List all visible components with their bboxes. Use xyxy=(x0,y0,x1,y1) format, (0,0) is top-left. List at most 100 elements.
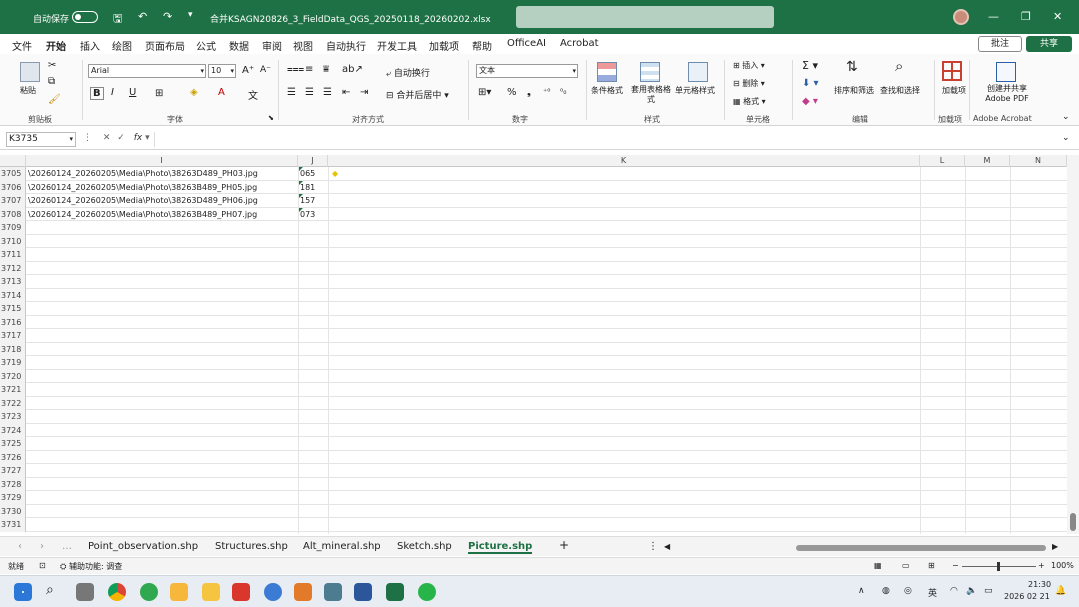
app-icon-green[interactable] xyxy=(140,583,158,601)
paste-icon[interactable] xyxy=(20,62,40,82)
border-icon[interactable]: ⊞ xyxy=(155,88,163,99)
cell-path[interactable] xyxy=(26,410,298,424)
row-header[interactable]: 3721 xyxy=(0,383,26,397)
cell-j[interactable] xyxy=(298,505,328,519)
sort-filter-icon[interactable]: ⇅ xyxy=(846,59,858,75)
row-header[interactable]: 3706 xyxy=(0,180,26,194)
row-header[interactable]: 3713 xyxy=(0,275,26,289)
cell-path[interactable] xyxy=(26,491,298,505)
font-size-select[interactable]: 10 ▾ xyxy=(208,64,236,78)
row-header[interactable]: 3729 xyxy=(0,491,26,505)
vertical-scrollbar[interactable] xyxy=(1067,155,1079,534)
cell-path[interactable] xyxy=(26,262,298,276)
format-painter-icon[interactable]: 🖌 xyxy=(48,94,61,105)
row-header[interactable]: 3715 xyxy=(0,302,26,316)
cell-j[interactable] xyxy=(298,235,328,249)
font-color-icon[interactable]: A xyxy=(218,87,225,98)
column-header-i[interactable]: I xyxy=(26,155,298,167)
find-select-icon[interactable]: ⌕ xyxy=(895,57,903,75)
merge-center-button[interactable]: ⊟ 合并后居中 ▾ xyxy=(386,88,449,101)
cell-j[interactable] xyxy=(298,289,328,303)
normal-view-icon[interactable]: ▦ xyxy=(874,561,882,570)
tab-help[interactable]: 帮助 xyxy=(472,38,492,53)
cell-j[interactable] xyxy=(298,343,328,357)
scroll-right-icon[interactable]: ▶ xyxy=(1052,542,1058,551)
select-all-corner[interactable] xyxy=(0,155,26,167)
notification-icon[interactable]: 🔔 xyxy=(1055,586,1066,596)
insert-function-icon[interactable]: fx xyxy=(134,133,143,143)
clear-icon[interactable]: ◆ ▾ xyxy=(802,96,818,107)
expand-formula-icon[interactable]: ⌄ xyxy=(1062,133,1070,143)
cell-j[interactable] xyxy=(298,518,328,532)
cell-path[interactable] xyxy=(26,329,298,343)
align-left-icon[interactable]: ☰ xyxy=(287,87,296,98)
cell-path[interactable] xyxy=(26,505,298,519)
sheet-tab-structures[interactable]: Structures.shp xyxy=(215,541,288,552)
sheet-tab-sketch[interactable]: Sketch.shp xyxy=(397,541,452,552)
cell-path[interactable] xyxy=(26,437,298,451)
zoom-slider-thumb[interactable] xyxy=(997,562,1000,571)
column-header-j[interactable]: J xyxy=(298,155,328,167)
collapse-ribbon-icon[interactable]: ⌄ xyxy=(1062,112,1070,122)
cell-j[interactable] xyxy=(298,370,328,384)
cell-path[interactable]: \20260124_20260205\Media\Photo\38263B489… xyxy=(26,208,298,222)
row-header[interactable]: 3707 xyxy=(0,194,26,208)
cell-path[interactable] xyxy=(26,221,298,235)
tab-developer[interactable]: 开发工具 xyxy=(377,38,417,53)
error-indicator-icon[interactable] xyxy=(299,207,303,212)
battery-icon[interactable]: ▭ xyxy=(984,586,993,596)
align-top-icon[interactable]: ⩶ xyxy=(287,64,304,75)
horizontal-scroll-thumb[interactable] xyxy=(796,545,1046,551)
tab-automate[interactable]: 自动执行 xyxy=(326,38,366,53)
row-header[interactable]: 3716 xyxy=(0,315,26,329)
bold-icon[interactable]: B xyxy=(90,87,104,100)
fill-icon[interactable]: ⬇ ▾ xyxy=(802,78,819,89)
increase-decimal-icon[interactable]: ⁺⁰ xyxy=(543,87,550,96)
row-header[interactable]: 3710 xyxy=(0,234,26,248)
font-dialog-icon[interactable]: ⬊ xyxy=(268,114,274,122)
excel-icon[interactable] xyxy=(386,583,404,601)
row-header[interactable]: 3720 xyxy=(0,369,26,383)
tab-data[interactable]: 数据 xyxy=(229,38,249,53)
cell-j[interactable] xyxy=(298,248,328,262)
error-indicator-icon[interactable] xyxy=(299,180,303,185)
increase-font-icon[interactable]: A⁺ xyxy=(242,65,254,76)
cell-path[interactable]: \20260124_20260205\Media\Photo\38263B489… xyxy=(26,181,298,195)
save-icon[interactable]: 🖫 xyxy=(113,10,122,29)
cell-j[interactable] xyxy=(298,316,328,330)
paste-options-icon[interactable]: ◆ xyxy=(332,169,338,178)
cell-path[interactable] xyxy=(26,451,298,465)
addins-icon[interactable] xyxy=(942,61,962,81)
align-center-icon[interactable]: ☰ xyxy=(305,87,314,98)
phonetic-icon[interactable]: ⽂ xyxy=(248,87,258,102)
comma-style-icon[interactable]: ❟ xyxy=(527,87,531,98)
app-icon-orange[interactable] xyxy=(294,583,312,601)
cell-path[interactable]: \20260124_20260205\Media\Photo\38263D489… xyxy=(26,194,298,208)
cell-path[interactable] xyxy=(26,518,298,532)
insert-cells-button[interactable]: ⊞ 插入 ▾ xyxy=(733,60,765,71)
accessibility-icon[interactable]: ⛭ 辅助功能: 调查 xyxy=(60,561,122,572)
cancel-icon[interactable]: ✕ xyxy=(103,133,111,143)
font-name-select[interactable]: Arial ▾ xyxy=(88,64,206,78)
row-header[interactable]: 3728 xyxy=(0,477,26,491)
row-header[interactable]: 3730 xyxy=(0,504,26,518)
underline-icon[interactable]: U xyxy=(129,87,136,98)
column-header-m[interactable]: M xyxy=(965,155,1010,167)
row-header[interactable]: 3725 xyxy=(0,437,26,451)
app-icon-yellow[interactable] xyxy=(170,583,188,601)
row-header[interactable]: 3708 xyxy=(0,207,26,221)
tab-acrobat[interactable]: Acrobat xyxy=(560,38,599,49)
app-icon-blue[interactable] xyxy=(264,583,282,601)
page-break-view-icon[interactable]: ⊞ xyxy=(928,561,935,570)
vertical-scroll-thumb[interactable] xyxy=(1070,513,1076,531)
decrease-indent-icon[interactable]: ⇤ xyxy=(342,87,350,98)
decrease-font-icon[interactable]: A⁻ xyxy=(260,65,271,75)
cell-path[interactable] xyxy=(26,424,298,438)
app-icon-teal[interactable] xyxy=(324,583,342,601)
restore-icon[interactable]: ❐ xyxy=(1021,10,1031,23)
tabs-next-icon[interactable]: › xyxy=(40,541,44,552)
fill-color-icon[interactable]: ◈ xyxy=(190,87,198,98)
search-icon[interactable]: ⌕ xyxy=(46,582,64,600)
cell-j[interactable] xyxy=(298,221,328,235)
italic-icon[interactable]: I xyxy=(111,87,114,98)
